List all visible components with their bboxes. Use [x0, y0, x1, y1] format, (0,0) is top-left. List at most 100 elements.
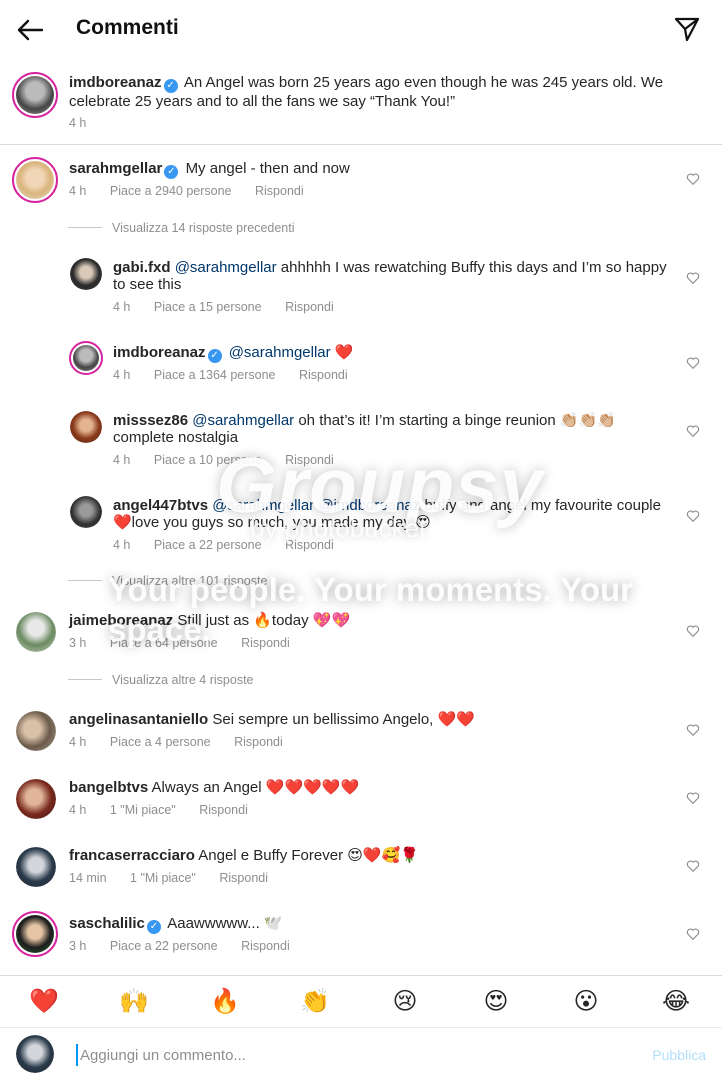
avatar[interactable] [16, 847, 56, 887]
like-heart-icon[interactable] [686, 859, 700, 873]
avatar[interactable] [69, 341, 103, 375]
avatar[interactable] [70, 411, 102, 443]
mention-link[interactable]: @sarahmgellar [175, 259, 277, 276]
comment-time: 4 h [69, 803, 87, 817]
reply-username[interactable]: misssez86 [113, 412, 188, 429]
reply-button[interactable]: Rispondi [241, 636, 290, 650]
caption-username[interactable]: imdboreanaz [69, 74, 162, 91]
likes-count[interactable]: Piace a 2940 persone [110, 184, 232, 198]
like-heart-icon[interactable] [686, 723, 700, 737]
emoji-heart-eyes-button[interactable]: 😍 [476, 988, 516, 1016]
like-heart-icon[interactable] [686, 356, 700, 370]
comment-time: 4 h [69, 735, 87, 749]
avatar[interactable] [12, 911, 58, 957]
comment-username[interactable]: francaserracciaro [69, 847, 195, 864]
view-more-replies-label: Visualizza altre 4 risposte [112, 673, 254, 687]
view-previous-replies-label: Visualizza 14 risposte precedenti [112, 221, 295, 235]
reply-time: 4 h [113, 538, 131, 552]
reply-username[interactable]: gabi.fxd [113, 259, 171, 276]
likes-count[interactable]: Piace a 22 persone [154, 538, 262, 552]
reply-username[interactable]: angel447btvs [113, 497, 208, 514]
current-user-avatar [16, 1035, 54, 1073]
emoji-reaction-bar: ❤️ 🙌 🔥 👏 😢 😍 😮 😂 [0, 975, 722, 1027]
emoji-crying-button[interactable]: 😢 [385, 988, 425, 1016]
back-arrow-icon[interactable] [14, 14, 46, 46]
comment-time: 14 min [69, 871, 107, 885]
share-direct-icon[interactable] [672, 14, 702, 44]
reply-button[interactable]: Rispondi [255, 184, 304, 198]
post-caption: imdboreanaz ✓ An Angel was born 25 years … [0, 60, 722, 145]
avatar[interactable] [16, 612, 56, 652]
avatar[interactable] [16, 779, 56, 819]
comment-text: My angel - then and now [185, 160, 350, 177]
reply-time: 4 h [113, 453, 131, 467]
verified-badge-icon: ✓ [146, 920, 161, 934]
like-heart-icon[interactable] [686, 624, 700, 638]
reply-button[interactable]: Rispondi [285, 538, 334, 552]
mention-link[interactable]: @sarahmgellar [192, 412, 294, 429]
comment-username[interactable]: sarahmgellar [69, 160, 162, 177]
like-heart-icon[interactable] [686, 271, 700, 285]
avatar[interactable] [16, 711, 56, 751]
reply-text: oh that’s it! I’m starting a binge reuni… [113, 412, 616, 446]
likes-count[interactable]: Piace a 10 persone [154, 453, 262, 467]
likes-count[interactable]: 1 "Mi piace" [110, 803, 176, 817]
view-more-replies[interactable]: Visualizza altre 4 risposte [68, 673, 254, 687]
like-heart-icon[interactable] [686, 509, 700, 523]
comment-username[interactable]: angelinasantaniello [69, 711, 208, 728]
reply-button[interactable]: Rispondi [199, 803, 248, 817]
likes-count[interactable]: 1 "Mi piace" [130, 871, 196, 885]
comment-time: 3 h [69, 939, 87, 953]
reply-button[interactable]: Rispondi [241, 939, 290, 953]
reply-username[interactable]: imdboreanaz [113, 344, 206, 361]
avatar[interactable] [70, 258, 102, 290]
reply-button[interactable]: Rispondi [219, 871, 268, 885]
emoji-clap-button[interactable]: 👏 [295, 988, 335, 1016]
comment-text: Angel e Buffy Forever 😍❤️🥰🌹 [198, 847, 419, 864]
reply-button[interactable]: Rispondi [299, 368, 348, 382]
comment-time: 4 h [69, 184, 87, 198]
reply-button[interactable]: Rispondi [234, 735, 283, 749]
avatar[interactable] [70, 496, 102, 528]
likes-count[interactable]: Piace a 4 persone [110, 735, 211, 749]
likes-count[interactable]: Piace a 64 persone [110, 636, 218, 650]
verified-badge-icon: ✓ [207, 349, 222, 363]
comment-username[interactable]: bangelbtvs [69, 779, 148, 796]
emoji-fire-button[interactable]: 🔥 [205, 988, 245, 1016]
comment-input[interactable] [76, 1044, 596, 1066]
likes-count[interactable]: Piace a 22 persone [110, 939, 218, 953]
view-more-replies[interactable]: Visualizza altre 101 risposte [68, 574, 267, 588]
emoji-heart-button[interactable]: ❤️ [24, 988, 64, 1016]
comment-composer: Pubblica [0, 1027, 722, 1080]
like-heart-icon[interactable] [686, 424, 700, 438]
reply-button[interactable]: Rispondi [285, 300, 334, 314]
reply-text: ❤️ [334, 344, 354, 361]
mention-link[interactable]: @sarahmgellar @imdboreanaz [212, 497, 420, 514]
avatar[interactable] [12, 157, 58, 203]
view-previous-replies[interactable]: Visualizza 14 risposte precedenti [68, 221, 295, 235]
likes-count[interactable]: Piace a 15 persone [154, 300, 262, 314]
reply-button[interactable]: Rispondi [285, 453, 334, 467]
comment-time: 3 h [69, 636, 87, 650]
thread-line [68, 227, 102, 228]
caption-time: 4 h [69, 116, 87, 130]
reply-time: 4 h [113, 300, 131, 314]
comment-text: Aaawwwww... 🕊️ [167, 915, 283, 932]
thread-line [68, 580, 102, 581]
like-heart-icon[interactable] [686, 791, 700, 805]
emoji-laughing-button[interactable]: 😂 [656, 988, 696, 1016]
comment-username[interactable]: saschalilic [69, 915, 145, 932]
emoji-surprised-button[interactable]: 😮 [566, 988, 606, 1016]
mention-link[interactable]: @sarahmgellar [229, 344, 331, 361]
reply-time: 4 h [113, 368, 131, 382]
avatar[interactable] [12, 72, 58, 118]
like-heart-icon[interactable] [686, 927, 700, 941]
verified-badge-icon: ✓ [163, 79, 178, 93]
comment-username[interactable]: jaimeboreanaz [69, 612, 173, 629]
comment-text: Sei sempre un bellissimo Angelo, ❤️❤️ [212, 711, 475, 728]
like-heart-icon[interactable] [686, 172, 700, 186]
likes-count[interactable]: Piace a 1364 persone [154, 368, 276, 382]
comment-text: Still just as 🔥today 💖💖 [177, 612, 351, 629]
emoji-raised-hands-button[interactable]: 🙌 [114, 988, 154, 1016]
publish-button[interactable]: Pubblica [652, 1047, 706, 1063]
